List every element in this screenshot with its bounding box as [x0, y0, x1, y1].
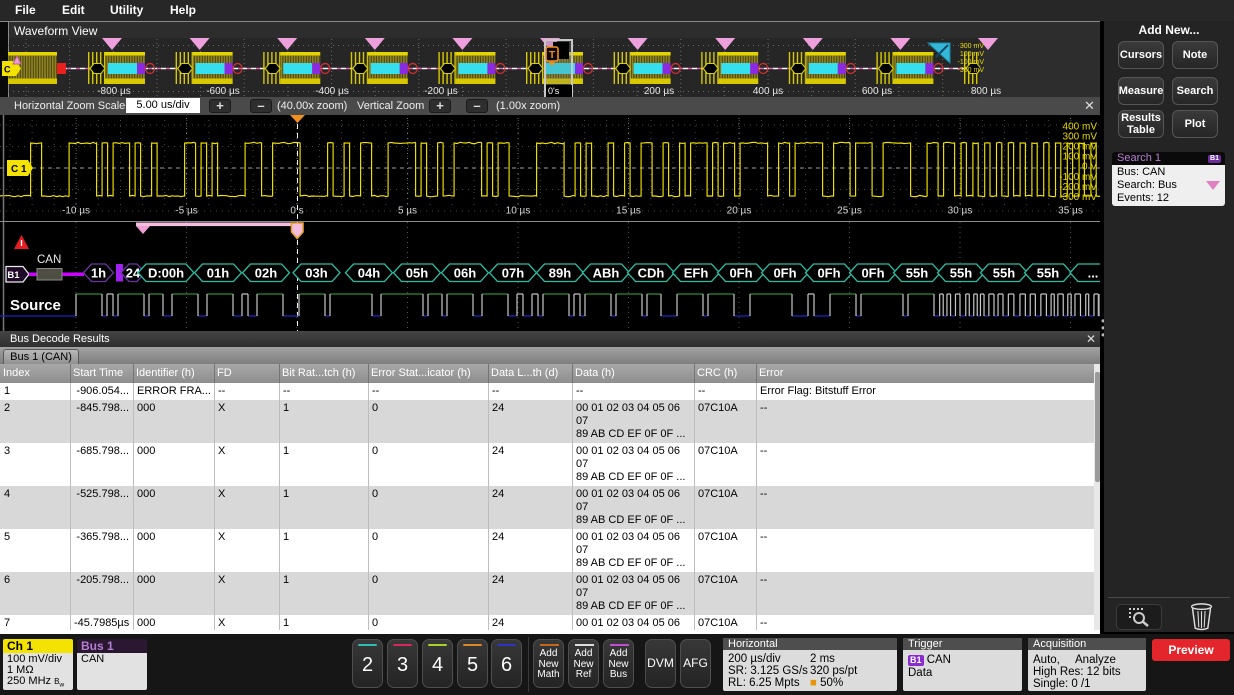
svg-text:0's: 0's	[548, 86, 560, 96]
svg-text:B1: B1	[7, 270, 20, 281]
svg-text:20 µs: 20 µs	[727, 206, 752, 217]
svg-text:0Fh: 0Fh	[817, 266, 840, 281]
svg-text:-5 µs: -5 µs	[175, 206, 197, 217]
svg-text:55h: 55h	[906, 266, 928, 281]
svg-text:0Fh: 0Fh	[861, 266, 884, 281]
svg-text:55h: 55h	[993, 266, 1015, 281]
svg-text:-400 µs: -400 µs	[315, 86, 349, 97]
svg-text:CAN: CAN	[37, 254, 61, 266]
svg-text:-10 µs: -10 µs	[62, 206, 90, 217]
svg-text:25 µs: 25 µs	[837, 206, 862, 217]
svg-text:04h: 04h	[358, 266, 380, 281]
svg-text:-800 µs: -800 µs	[97, 86, 131, 97]
svg-text:55h: 55h	[1037, 266, 1059, 281]
svg-text:07h: 07h	[502, 266, 524, 281]
svg-text:D:00h: D:00h	[148, 266, 184, 281]
svg-text:...: ...	[1088, 266, 1099, 281]
svg-text:ABh: ABh	[593, 266, 620, 281]
svg-text:-300 mV: -300 mV	[1059, 192, 1097, 203]
svg-text:0 s: 0 s	[290, 206, 303, 217]
svg-text:Source: Source	[10, 297, 61, 314]
svg-text:100 mV: 100 mV	[960, 51, 984, 58]
svg-text:30 µs: 30 µs	[948, 206, 973, 217]
svg-text:800 µs: 800 µs	[971, 86, 1001, 97]
svg-text:55h: 55h	[950, 266, 972, 281]
svg-text:0Fh: 0Fh	[729, 266, 752, 281]
svg-text:01h: 01h	[207, 266, 229, 281]
svg-text:T: T	[549, 50, 555, 61]
svg-text:CDh: CDh	[638, 266, 665, 281]
svg-text:C: C	[4, 65, 11, 75]
svg-text:06h: 06h	[454, 266, 476, 281]
svg-text:200 µs: 200 µs	[644, 86, 674, 97]
svg-text:-100 mV: -100 mV	[958, 59, 985, 66]
svg-text:5 µs: 5 µs	[398, 206, 417, 217]
svg-text:35 µs: 35 µs	[1058, 206, 1083, 217]
svg-text:EFh: EFh	[684, 266, 709, 281]
svg-text:02h: 02h	[255, 266, 277, 281]
svg-text:05h: 05h	[406, 266, 428, 281]
svg-text:400 µs: 400 µs	[753, 86, 783, 97]
svg-text:300 mV: 300 mV	[960, 43, 984, 50]
svg-text:-600 µs: -600 µs	[206, 86, 240, 97]
svg-text:-200 µs: -200 µs	[424, 86, 458, 97]
svg-text:600 µs: 600 µs	[862, 86, 892, 97]
svg-text:15 µs: 15 µs	[616, 206, 641, 217]
svg-text:03h: 03h	[305, 266, 327, 281]
svg-text:-300 mV: -300 mV	[958, 67, 985, 74]
svg-text:10 µs: 10 µs	[506, 206, 531, 217]
svg-text:1h: 1h	[91, 266, 106, 281]
svg-text:89h: 89h	[549, 266, 571, 281]
svg-text:C 1: C 1	[11, 164, 27, 175]
svg-text:0Fh: 0Fh	[773, 266, 796, 281]
